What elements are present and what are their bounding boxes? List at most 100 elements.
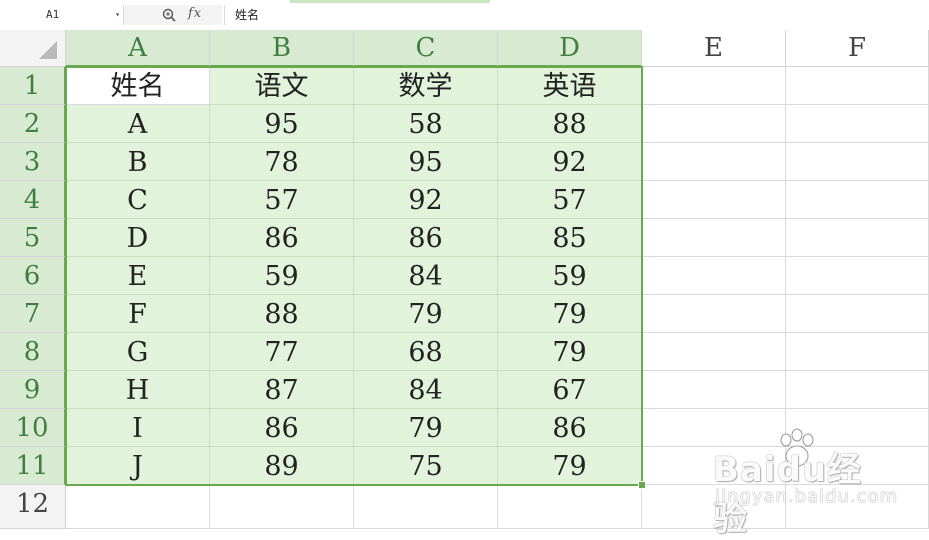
cell-d3[interactable]: 92 bbox=[498, 143, 642, 181]
cell-d9[interactable]: 67 bbox=[498, 371, 642, 409]
cell-b3[interactable]: 78 bbox=[210, 143, 354, 181]
cell-d10[interactable]: 86 bbox=[498, 409, 642, 447]
cell-e6[interactable] bbox=[642, 257, 786, 295]
cell-d1[interactable]: 英语 bbox=[498, 67, 642, 105]
cell-b6[interactable]: 59 bbox=[210, 257, 354, 295]
name-box-value: A1 bbox=[46, 8, 60, 21]
cell-e11[interactable] bbox=[642, 447, 786, 485]
cell-e5[interactable] bbox=[642, 219, 786, 257]
formula-input[interactable]: 姓名 bbox=[224, 5, 929, 25]
cell-a2[interactable]: A bbox=[66, 105, 210, 143]
cell-e7[interactable] bbox=[642, 295, 786, 333]
cell-b8[interactable]: 77 bbox=[210, 333, 354, 371]
row-header-4[interactable]: 4 bbox=[0, 181, 66, 219]
cell-c5[interactable]: 86 bbox=[354, 219, 498, 257]
cell-f5[interactable] bbox=[786, 219, 929, 257]
cell-d6[interactable]: 59 bbox=[498, 257, 642, 295]
row-header-9[interactable]: 9 bbox=[0, 371, 66, 409]
cell-c6[interactable]: 84 bbox=[354, 257, 498, 295]
cell-a10[interactable]: I bbox=[66, 409, 210, 447]
column-header-a[interactable]: A bbox=[66, 30, 210, 67]
cell-b11[interactable]: 89 bbox=[210, 447, 354, 485]
cell-f6[interactable] bbox=[786, 257, 929, 295]
cell-b7[interactable]: 88 bbox=[210, 295, 354, 333]
cell-f7[interactable] bbox=[786, 295, 929, 333]
row-header-8[interactable]: 8 bbox=[0, 333, 66, 371]
row-header-7[interactable]: 7 bbox=[0, 295, 66, 333]
cell-e2[interactable] bbox=[642, 105, 786, 143]
cell-a6[interactable]: E bbox=[66, 257, 210, 295]
cell-e4[interactable] bbox=[642, 181, 786, 219]
cell-f2[interactable] bbox=[786, 105, 929, 143]
top-accent-bar bbox=[290, 0, 490, 3]
cell-f8[interactable] bbox=[786, 333, 929, 371]
row-header-5[interactable]: 5 bbox=[0, 219, 66, 257]
cell-c4[interactable]: 92 bbox=[354, 181, 498, 219]
cell-b9[interactable]: 87 bbox=[210, 371, 354, 409]
row-header-1[interactable]: 1 bbox=[0, 67, 66, 105]
cell-d12[interactable] bbox=[498, 485, 642, 529]
cell-f11[interactable] bbox=[786, 447, 929, 485]
cell-c8[interactable]: 68 bbox=[354, 333, 498, 371]
cell-b4[interactable]: 57 bbox=[210, 181, 354, 219]
cell-c3[interactable]: 95 bbox=[354, 143, 498, 181]
row-header-12[interactable]: 12 bbox=[0, 485, 66, 529]
row-header-3[interactable]: 3 bbox=[0, 143, 66, 181]
cell-a8[interactable]: G bbox=[66, 333, 210, 371]
cell-a5[interactable]: D bbox=[66, 219, 210, 257]
cell-f10[interactable] bbox=[786, 409, 929, 447]
cell-e3[interactable] bbox=[642, 143, 786, 181]
cell-f4[interactable] bbox=[786, 181, 929, 219]
cell-d2[interactable]: 88 bbox=[498, 105, 642, 143]
row-header-11[interactable]: 11 bbox=[0, 447, 66, 485]
cell-f1[interactable] bbox=[786, 67, 929, 105]
cell-f9[interactable] bbox=[786, 371, 929, 409]
cell-a4[interactable]: C bbox=[66, 181, 210, 219]
cell-c12[interactable] bbox=[354, 485, 498, 529]
cell-d11[interactable]: 79 bbox=[498, 447, 642, 485]
cell-e9[interactable] bbox=[642, 371, 786, 409]
cell-c7[interactable]: 79 bbox=[354, 295, 498, 333]
dropdown-caret-icon[interactable]: ▾ bbox=[115, 5, 120, 25]
cell-d8[interactable]: 79 bbox=[498, 333, 642, 371]
cell-a3[interactable]: B bbox=[66, 143, 210, 181]
column-header-f[interactable]: F bbox=[786, 30, 929, 67]
cell-e8[interactable] bbox=[642, 333, 786, 371]
column-header-e[interactable]: E bbox=[642, 30, 786, 67]
select-all-corner[interactable] bbox=[0, 30, 66, 67]
column-header-d[interactable]: D bbox=[498, 30, 642, 67]
cell-a7[interactable]: F bbox=[66, 295, 210, 333]
formula-bar: A1 ▾ fx 姓名 bbox=[0, 0, 929, 31]
cell-d5[interactable]: 85 bbox=[498, 219, 642, 257]
zoom-icon[interactable] bbox=[162, 8, 176, 22]
fx-icon[interactable]: fx bbox=[188, 6, 202, 21]
cell-b1[interactable]: 语文 bbox=[210, 67, 354, 105]
cell-c2[interactable]: 58 bbox=[354, 105, 498, 143]
name-box[interactable]: A1 ▾ bbox=[0, 5, 124, 25]
fill-handle[interactable] bbox=[638, 481, 646, 489]
cell-f12[interactable] bbox=[786, 485, 929, 529]
cell-b2[interactable]: 95 bbox=[210, 105, 354, 143]
column-header-c[interactable]: C bbox=[354, 30, 498, 67]
cell-f3[interactable] bbox=[786, 143, 929, 181]
cell-d7[interactable]: 79 bbox=[498, 295, 642, 333]
cell-c11[interactable]: 75 bbox=[354, 447, 498, 485]
cell-c10[interactable]: 79 bbox=[354, 409, 498, 447]
cell-b10[interactable]: 86 bbox=[210, 409, 354, 447]
cell-e10[interactable] bbox=[642, 409, 786, 447]
cell-e1[interactable] bbox=[642, 67, 786, 105]
cell-c9[interactable]: 84 bbox=[354, 371, 498, 409]
cell-b12[interactable] bbox=[210, 485, 354, 529]
row-header-6[interactable]: 6 bbox=[0, 257, 66, 295]
cell-a11[interactable]: J bbox=[66, 447, 210, 485]
cell-b5[interactable]: 86 bbox=[210, 219, 354, 257]
cell-a1[interactable]: 姓名 bbox=[66, 67, 210, 105]
row-header-10[interactable]: 10 bbox=[0, 409, 66, 447]
column-header-b[interactable]: B bbox=[210, 30, 354, 67]
cell-c1[interactable]: 数学 bbox=[354, 67, 498, 105]
cell-a12[interactable] bbox=[66, 485, 210, 529]
cell-e12[interactable] bbox=[642, 485, 786, 529]
cell-a9[interactable]: H bbox=[66, 371, 210, 409]
row-header-2[interactable]: 2 bbox=[0, 105, 66, 143]
cell-d4[interactable]: 57 bbox=[498, 181, 642, 219]
